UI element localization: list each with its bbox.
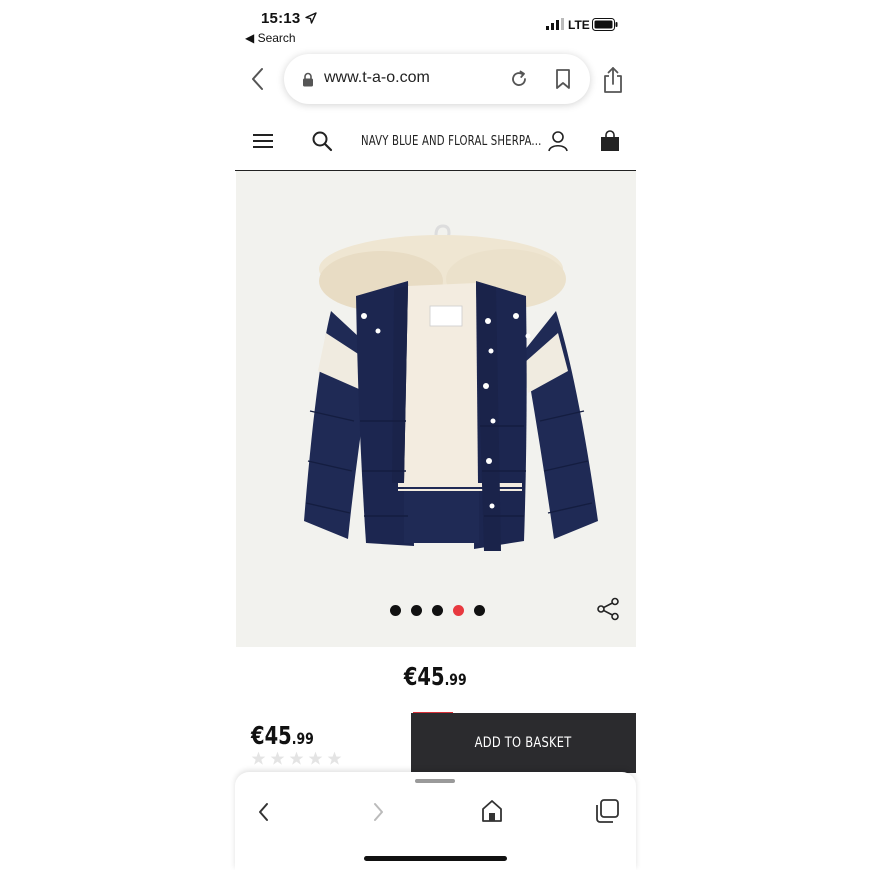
site-header: NAVY BLUE AND FLORAL SHERPA... bbox=[235, 118, 636, 171]
browser-toolbar bbox=[235, 772, 636, 870]
menu-icon[interactable] bbox=[253, 132, 275, 150]
price-value: €45.99 bbox=[404, 662, 467, 691]
clock: 15:13 bbox=[261, 10, 301, 27]
share-icon[interactable] bbox=[601, 66, 625, 94]
gallery-dot-5[interactable] bbox=[474, 605, 485, 616]
gallery-dot-3[interactable] bbox=[432, 605, 443, 616]
phone-screen: 15:13 ◀ Search LTE www.t-a-o.com NAVY BL… bbox=[235, 0, 636, 870]
gallery-dot-4[interactable] bbox=[453, 605, 464, 616]
forward-icon[interactable] bbox=[369, 800, 387, 824]
url-text[interactable]: www.t-a-o.com bbox=[324, 69, 430, 87]
star-icon bbox=[327, 751, 342, 765]
address-bar[interactable]: www.t-a-o.com bbox=[284, 54, 590, 104]
gallery-dot-1[interactable] bbox=[390, 605, 401, 616]
product-gallery[interactable] bbox=[236, 171, 636, 647]
home-indicator bbox=[364, 856, 507, 861]
network-type: LTE bbox=[568, 18, 590, 32]
toolbar-grabber[interactable] bbox=[415, 779, 455, 783]
account-icon[interactable] bbox=[547, 130, 569, 152]
browser-url-row: www.t-a-o.com bbox=[235, 52, 636, 108]
battery-icon bbox=[592, 18, 618, 31]
sticky-price: €45.99 bbox=[251, 721, 314, 750]
star-icon bbox=[289, 751, 304, 765]
product-title: NAVY BLUE AND FLORAL SHERPA... bbox=[361, 134, 542, 149]
reload-icon[interactable] bbox=[509, 69, 529, 89]
gallery-dot-2[interactable] bbox=[411, 605, 422, 616]
star-icon bbox=[251, 751, 266, 765]
home-icon[interactable] bbox=[480, 798, 504, 824]
tabs-icon[interactable] bbox=[594, 798, 620, 824]
sticky-purchase-bar: €45.99 ADD TO BASKET bbox=[235, 712, 636, 773]
add-to-basket-button[interactable]: ADD TO BASKET bbox=[411, 713, 636, 773]
back-icon[interactable] bbox=[255, 800, 273, 824]
bookmark-icon[interactable] bbox=[554, 68, 572, 90]
back-chevron-icon[interactable] bbox=[249, 66, 267, 92]
back-to-app-link[interactable]: ◀ Search bbox=[245, 31, 296, 45]
location-arrow-icon bbox=[305, 12, 317, 24]
star-icon bbox=[308, 751, 323, 765]
star-icon bbox=[270, 751, 285, 765]
bag-icon[interactable] bbox=[599, 130, 621, 152]
add-to-basket-label: ADD TO BASKET bbox=[475, 735, 572, 751]
status-bar: 15:13 ◀ Search LTE bbox=[235, 0, 636, 48]
gallery-pagination bbox=[390, 605, 485, 617]
share-product-icon[interactable] bbox=[596, 597, 620, 621]
rating-stars bbox=[251, 751, 342, 766]
product-image bbox=[304, 224, 598, 551]
search-icon[interactable] bbox=[311, 130, 333, 152]
lock-icon bbox=[303, 72, 313, 87]
product-price: €45.99 bbox=[235, 662, 636, 691]
signal-icon bbox=[546, 18, 564, 30]
